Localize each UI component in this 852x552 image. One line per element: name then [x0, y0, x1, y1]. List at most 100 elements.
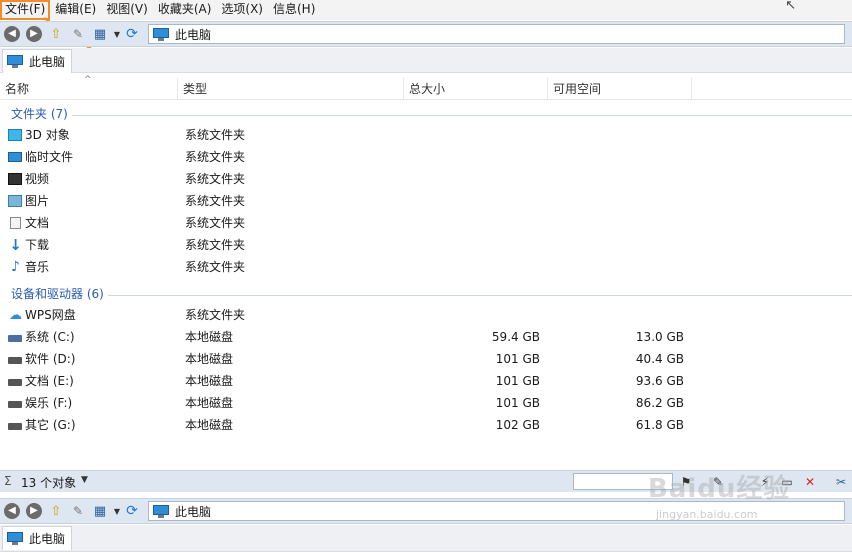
list-item[interactable]: ☁ WPS网盘 系统文件夹 [0, 304, 852, 326]
item-free-space: 61.8 GB [635, 418, 684, 432]
toolbar: ◀ ▶ ⇧ ✎ ▦ ▼ ⟳ 此电脑 [0, 21, 852, 47]
item-name: 下载 [25, 238, 50, 252]
watermark-url: jingyan.baidu.com [656, 508, 758, 521]
tab-this-pc[interactable]: 此电脑 [2, 526, 72, 550]
item-type: 系统文件夹 [185, 260, 246, 274]
list-item[interactable]: 视频 系统文件夹 [0, 168, 852, 190]
item-name: 音乐 [25, 260, 50, 274]
address-text: 此电脑 [175, 27, 212, 42]
up-folder-button[interactable]: ⇧ [46, 501, 66, 521]
list-item[interactable]: 临时文件 系统文件夹 [0, 146, 852, 168]
list-item[interactable]: 娱乐 (F:) 本地磁盘 101 GB 86.2 GB [0, 392, 852, 414]
back-arrow-icon: ◀ [4, 26, 20, 42]
scissors-icon[interactable]: ✂ [833, 474, 849, 490]
item-type: 系统文件夹 [185, 308, 246, 322]
item-total-size: 101 GB [495, 396, 540, 410]
item-type: 系统文件夹 [185, 238, 246, 252]
picture-icon [8, 194, 23, 209]
item-name: 临时文件 [25, 150, 74, 164]
item-type: 系统文件夹 [185, 194, 246, 208]
group-devices-title: 设备和驱动器 (6) [11, 285, 108, 302]
item-free-space: 86.2 GB [635, 396, 684, 410]
item-name: 其它 (G:) [25, 418, 76, 432]
item-total-size: 102 GB [495, 418, 540, 432]
menu-favorites[interactable]: 收藏夹(A) [153, 0, 217, 20]
column-header-row: ^ 名称 类型 总大小 可用空间 [0, 75, 852, 100]
back-button[interactable]: ◀ [2, 24, 22, 44]
column-type[interactable]: 类型 [178, 78, 404, 100]
watermark-logo: Baidu经验 [648, 474, 791, 504]
menu-bar: 文件(F) 编辑(E) 视图(V) 收藏夹(A) 选项(X) 信息(H) ↖ [0, 0, 852, 20]
group-folders-title: 文件夹 (7) [11, 105, 72, 122]
computer-icon [153, 504, 169, 518]
cloud-icon: ☁ [9, 308, 22, 323]
close-icon[interactable]: ✕ [802, 474, 818, 490]
up-folder-icon: ⇧ [50, 503, 62, 519]
list-item[interactable]: 软件 (D:) 本地磁盘 101 GB 40.4 GB [0, 348, 852, 370]
item-name: 娱乐 (F:) [25, 396, 73, 410]
folder-tools-button[interactable]: ✎ [68, 24, 88, 44]
music-icon: ♪ [11, 259, 20, 275]
sum-icon: Σ [4, 474, 12, 488]
item-name: WPS网盘 [25, 308, 76, 322]
back-arrow-icon: ◀ [4, 503, 20, 519]
item-free-space: 40.4 GB [635, 352, 684, 366]
refresh-button[interactable]: ⟳ [122, 24, 142, 44]
list-item[interactable]: 3D 对象 系统文件夹 [0, 124, 852, 146]
drive-icon [8, 418, 23, 433]
address-text: 此电脑 [175, 504, 212, 519]
address-bar[interactable]: 此电脑 [148, 24, 845, 44]
item-type: 本地磁盘 [185, 418, 234, 432]
computer-icon [7, 532, 23, 545]
item-type: 本地磁盘 [185, 374, 234, 388]
list-item[interactable]: ♪ 音乐 系统文件夹 [0, 256, 852, 278]
second-tab-strip: 此电脑 [0, 525, 852, 552]
list-item[interactable]: 文档 系统文件夹 [0, 212, 852, 234]
download-icon: ↓ [9, 236, 22, 254]
document-icon [8, 216, 23, 231]
computer-icon [153, 27, 169, 41]
item-type: 系统文件夹 [185, 128, 246, 142]
item-type: 本地磁盘 [185, 330, 234, 344]
computer-icon [7, 55, 23, 68]
group-folders[interactable]: 文件夹 (7) [0, 102, 852, 122]
item-type: 系统文件夹 [185, 216, 246, 230]
video-icon [8, 172, 23, 187]
list-item[interactable]: 系统 (C:) 本地磁盘 59.4 GB 13.0 GB [0, 326, 852, 348]
back-button[interactable]: ◀ [2, 501, 22, 521]
view-mode-dropdown[interactable]: ▼ [112, 507, 122, 516]
folder-tools-icon: ✎ [72, 504, 84, 518]
forward-button[interactable]: ▶ [24, 501, 44, 521]
item-name: 软件 (D:) [25, 352, 76, 366]
up-folder-icon: ⇧ [50, 26, 62, 42]
menu-info[interactable]: 信息(H) [268, 0, 320, 20]
up-folder-button[interactable]: ⇧ [46, 24, 66, 44]
list-item[interactable]: ↓ 下载 系统文件夹 [0, 234, 852, 256]
item-type: 系统文件夹 [185, 150, 246, 164]
view-mode-button[interactable]: ▦ [90, 501, 110, 521]
windows-drive-icon [8, 330, 23, 345]
item-total-size: 59.4 GB [491, 330, 540, 344]
refresh-icon: ⟳ [126, 503, 138, 519]
refresh-button[interactable]: ⟳ [122, 501, 142, 521]
list-item[interactable]: 其它 (G:) 本地磁盘 102 GB 61.8 GB [0, 414, 852, 436]
column-name[interactable]: 名称 [0, 78, 178, 100]
forward-button[interactable]: ▶ [24, 24, 44, 44]
drive-icon [8, 374, 23, 389]
view-mode-button[interactable]: ▦ [90, 24, 110, 44]
item-total-size: 101 GB [495, 352, 540, 366]
column-total-size[interactable]: 总大小 [404, 78, 548, 100]
folder-tools-button[interactable]: ✎ [68, 501, 88, 521]
menu-options[interactable]: 选项(X) [216, 0, 268, 20]
group-devices[interactable]: 设备和驱动器 (6) [0, 282, 852, 302]
column-free-space[interactable]: 可用空间 [548, 78, 692, 100]
tab-this-pc[interactable]: 此电脑 [2, 49, 72, 73]
view-grid-icon: ▦ [93, 503, 107, 519]
tab-label: 此电脑 [29, 55, 66, 69]
status-dropdown[interactable]: ▼ [81, 475, 88, 485]
list-item[interactable]: 图片 系统文件夹 [0, 190, 852, 212]
list-item[interactable]: 文档 (E:) 本地磁盘 101 GB 93.6 GB [0, 370, 852, 392]
view-mode-dropdown[interactable]: ▼ [112, 30, 122, 39]
item-name: 文档 [25, 216, 50, 230]
object-count: 13 个对象 [21, 476, 77, 490]
